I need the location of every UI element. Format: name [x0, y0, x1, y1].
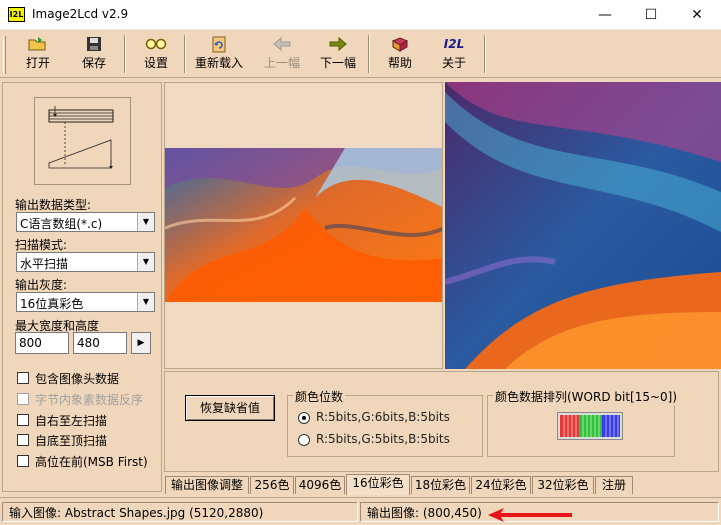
- toolbar: 打开 保存 设置 重新载入 上一幅 下一幅 帮助 I2L 关于: [0, 30, 721, 78]
- help-book-icon: [389, 36, 411, 53]
- color-order-group: 颜色数据排列(WORD bit[15~0]): [487, 388, 680, 457]
- reload-icon: [208, 36, 230, 53]
- tab-output-adjust[interactable]: 输出图像调整: [165, 476, 249, 494]
- restore-defaults-button[interactable]: 恢复缺省值: [185, 395, 275, 421]
- tab-24bit-color[interactable]: 24位彩色: [471, 476, 531, 494]
- maximize-button[interactable]: ☐: [628, 0, 674, 30]
- output-type-label: 输出数据类型:: [15, 198, 92, 212]
- tab-16bit-color[interactable]: 16位彩色: [346, 474, 410, 495]
- chevron-down-icon: ▼: [137, 213, 154, 231]
- output-image-preview: [445, 82, 721, 369]
- bit-order-swatch: [560, 415, 620, 437]
- left-settings-panel: 输出数据类型: C语言数组(*.c) ▼ 扫描模式: 水平扫描 ▼ 输出灰度: …: [2, 82, 162, 492]
- open-button[interactable]: 打开: [10, 33, 66, 75]
- toolbar-grip[interactable]: [3, 36, 6, 74]
- scan-mode-diagram: [34, 97, 131, 185]
- i2l-logo-icon: I2L: [443, 37, 465, 51]
- tab-18bit-color[interactable]: 18位彩色: [411, 476, 470, 494]
- floppy-disk-icon: [83, 36, 105, 53]
- color-settings-panel: 恢复缺省值 颜色位数 R:5bits,G:6bits,B:5bits R:5bi…: [164, 371, 719, 472]
- toolbar-separator: [368, 35, 370, 73]
- reload-button[interactable]: 重新载入: [190, 33, 248, 75]
- arrow-left-icon: [271, 36, 293, 53]
- chevron-down-icon: ▼: [137, 253, 154, 271]
- scan-mode-label: 扫描模式:: [15, 238, 68, 252]
- arrow-right-icon: [327, 36, 349, 53]
- app-icon: I2L: [8, 7, 25, 22]
- minimize-button[interactable]: —: [582, 0, 628, 30]
- toolbar-separator: [184, 35, 186, 73]
- output-type-select[interactable]: C语言数组(*.c) ▼: [16, 212, 155, 232]
- input-image-status: 输入图像: Abstract Shapes.jpg (5120,2880): [2, 502, 358, 522]
- save-button[interactable]: 保存: [66, 33, 122, 75]
- chevron-down-icon: ▼: [137, 293, 154, 311]
- input-image-preview: [164, 82, 443, 369]
- color-order-title: 颜色数据排列(WORD bit[15~0]): [493, 388, 680, 405]
- prev-image-button[interactable]: 上一幅: [254, 33, 310, 75]
- toolbar-separator: [124, 35, 126, 73]
- annotation-arrow: [488, 508, 572, 522]
- window-title: Image2Lcd v2.9: [32, 7, 129, 21]
- input-image: [165, 148, 442, 302]
- toolbar-separator: [484, 35, 486, 73]
- tab-256-colors[interactable]: 256色: [250, 476, 294, 494]
- tab-register[interactable]: 注册: [595, 476, 633, 494]
- glasses-icon: [145, 36, 167, 53]
- output-image: [445, 82, 721, 369]
- apply-size-button[interactable]: ▶: [131, 332, 151, 354]
- scan-mode-select[interactable]: 水平扫描 ▼: [16, 252, 155, 272]
- tab-32bit-color[interactable]: 32位彩色: [532, 476, 594, 494]
- max-width-input[interactable]: 800: [15, 332, 69, 354]
- next-image-button[interactable]: 下一幅: [310, 33, 366, 75]
- grayscale-select[interactable]: 16位真彩色 ▼: [16, 292, 155, 312]
- max-height-input[interactable]: 480: [73, 332, 127, 354]
- grayscale-label: 输出灰度:: [15, 278, 68, 292]
- close-button[interactable]: ✕: [674, 0, 720, 30]
- tab-4096-colors[interactable]: 4096色: [295, 476, 345, 494]
- color-bit-order-bar[interactable]: [557, 412, 623, 440]
- color-bits-group: 颜色位数 R:5bits,G:6bits,B:5bits R:5bits,G:5…: [287, 388, 483, 457]
- about-button[interactable]: I2L 关于: [428, 33, 480, 75]
- title-bar: I2L Image2Lcd v2.9 — ☐ ✕: [0, 0, 721, 30]
- color-bits-title: 颜色位数: [293, 388, 346, 405]
- folder-open-icon: [27, 36, 49, 53]
- help-button[interactable]: 帮助: [374, 33, 426, 75]
- settings-button[interactable]: 设置: [130, 33, 182, 75]
- status-bar: 输入图像: Abstract Shapes.jpg (5120,2880) 输出…: [0, 497, 721, 525]
